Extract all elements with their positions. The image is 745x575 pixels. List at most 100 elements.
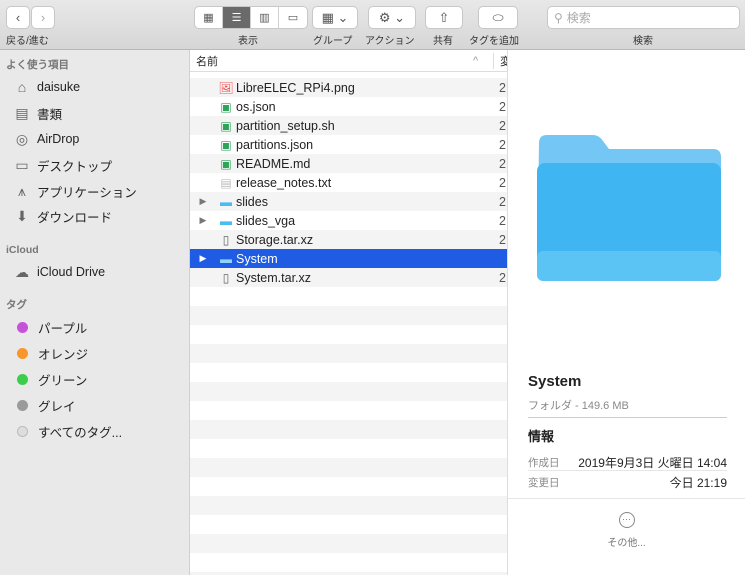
disclosure-triangle-icon[interactable]: ▶ [190, 196, 216, 207]
view-switcher[interactable]: ▦ ☰ ▥ ▭ [194, 6, 308, 29]
search-input[interactable]: ⚲ 検索 [547, 6, 740, 29]
created-value: 2019年9月3日 火曜日 14:04 [578, 456, 727, 470]
sidebar-tag-purple[interactable]: パープル [13, 316, 87, 338]
tag-label: すべてのタグ... [38, 425, 123, 440]
back-button[interactable]: ‹ [6, 6, 30, 29]
favorites-heading: よく使う項目 [6, 59, 69, 71]
file-row[interactable]: 🖼 LibreELEC_RPi4.png 2 [190, 78, 507, 97]
sidebar-tag-green[interactable]: グリーン [13, 368, 87, 390]
sidebar-item-icloud-drive[interactable]: ☁ iCloud Drive [13, 261, 105, 283]
tag-dot-icon [17, 347, 28, 359]
empty-row [190, 477, 507, 496]
search-placeholder: 検索 [566, 11, 591, 25]
code-file-icon: ▣ [220, 137, 232, 152]
divider [528, 470, 727, 471]
column-header-name[interactable]: 名前 [196, 53, 218, 69]
sidebar-item-label: デスクトップ [37, 159, 113, 174]
action-button[interactable]: ⚙ ⌄ [368, 6, 416, 29]
folder-icon: ▬ [220, 194, 232, 209]
forward-button[interactable]: › [31, 6, 55, 29]
view-label: 表示 [238, 36, 258, 47]
file-row[interactable]: ▤ release_notes.txt 2 [190, 173, 507, 192]
file-row[interactable]: ▣ partition_setup.sh 2 [190, 116, 507, 135]
tag-label: グレイ [38, 399, 76, 414]
sidebar-tag-gray[interactable]: グレイ [13, 394, 76, 416]
group-label: グループ [313, 36, 353, 47]
file-row[interactable]: ▯ System.tar.xz 2 [190, 268, 507, 287]
file-date: 2 [499, 99, 506, 114]
add-tag-button[interactable]: ⬭ [478, 6, 518, 29]
airdrop-icon: ◎ [15, 130, 29, 147]
empty-row [190, 287, 507, 306]
empty-row [190, 553, 507, 572]
file-name: release_notes.txt [236, 175, 332, 190]
folder-icon [537, 135, 721, 281]
disclosure-triangle-icon[interactable]: ▶ [190, 253, 216, 264]
share-button[interactable]: ⇧ [425, 6, 463, 29]
file-date: 2 [499, 156, 506, 171]
more-label: その他... [607, 538, 646, 549]
sidebar-tag-orange[interactable]: オレンジ [13, 342, 88, 364]
sidebar-item-home[interactable]: ⌂ daisuke [13, 76, 80, 98]
file-date: 2 [499, 194, 506, 209]
download-icon: ⬇ [16, 207, 28, 224]
more-icon: ··· [618, 512, 635, 528]
icon-view-button[interactable]: ▦ [195, 7, 223, 28]
file-row[interactable]: ▣ README.md 2 [190, 154, 507, 173]
file-date: 2 [499, 270, 506, 285]
modified-label: 変更日 [528, 477, 560, 489]
file-name: System [236, 251, 278, 266]
file-row[interactable]: ▶ ▬ slides_vga 2 [190, 211, 507, 230]
more-button[interactable]: ··· その他... [508, 512, 745, 549]
file-row[interactable]: ▯ Storage.tar.xz 2 [190, 230, 507, 249]
archive-file-icon: ▯ [222, 270, 230, 285]
file-row[interactable]: ▣ os.json 2 [190, 97, 507, 116]
sidebar-item-applications[interactable]: ⩚ アプリケーション [13, 180, 137, 202]
share-label: 共有 [433, 36, 453, 47]
sidebar-item-label: アプリケーション [37, 185, 137, 200]
disclosure-triangle-icon[interactable]: ▶ [190, 215, 216, 226]
tags-heading: タグ [6, 299, 27, 311]
sidebar-item-downloads[interactable]: ⬇ ダウンロード [13, 205, 112, 227]
group-button[interactable]: ▦ ⌄ [312, 6, 358, 29]
file-name: partition_setup.sh [236, 118, 335, 133]
file-date: 2 [499, 137, 506, 152]
file-row[interactable]: ▣ partitions.json 2 [190, 135, 507, 154]
column-header-date[interactable]: 変 [493, 52, 507, 69]
preview-title: System [528, 373, 582, 390]
search-icon: ⚲ [554, 10, 563, 25]
documents-icon: ▤ [15, 104, 29, 121]
sort-indicator-icon: ^ [473, 54, 479, 67]
file-list: 名前 ^ 変 🖼 LibreELEC_RPi4.png 2 ▣ os.json 2 ▣ par… [190, 50, 507, 575]
column-view-button[interactable]: ▥ [251, 7, 279, 28]
file-row[interactable]: ▶ ▬ slides 2 [190, 192, 507, 211]
folder-icon: ▬ [220, 251, 232, 266]
home-icon: ⌂ [17, 79, 27, 95]
file-name: Storage.tar.xz [236, 232, 314, 247]
created-label: 作成日 [528, 457, 560, 469]
file-row[interactable]: ▶ ▬ System [190, 249, 507, 268]
tag-label: タグを追加 [469, 36, 519, 47]
code-file-icon: ▣ [220, 99, 232, 114]
nav-label: 戻る/進む [6, 36, 49, 47]
sidebar-item-label: daisuke [37, 80, 81, 94]
sidebar-item-airdrop[interactable]: ◎ AirDrop [13, 128, 79, 150]
divider [528, 417, 727, 418]
file-date: 2 [499, 232, 506, 247]
file-name: partitions.json [236, 137, 314, 152]
modified-value: 今日 21:19 [669, 476, 727, 490]
file-name: slides [236, 194, 268, 209]
tag-dot-icon [17, 373, 28, 385]
sidebar-all-tags[interactable]: すべてのタグ... [13, 420, 122, 442]
file-date: 2 [499, 175, 506, 190]
tag-label: パープル [38, 321, 88, 336]
divider [508, 498, 745, 499]
file-name: os.json [236, 99, 276, 114]
sidebar-item-desktop[interactable]: ▭ デスクトップ [13, 154, 112, 176]
sidebar-item-documents[interactable]: ▤ 書類 [13, 102, 62, 124]
empty-row [190, 382, 507, 401]
list-view-button[interactable]: ☰ [223, 7, 251, 28]
text-file-icon: ▤ [220, 175, 232, 190]
file-name: slides_vga [236, 213, 296, 228]
gallery-view-button[interactable]: ▭ [279, 7, 307, 28]
